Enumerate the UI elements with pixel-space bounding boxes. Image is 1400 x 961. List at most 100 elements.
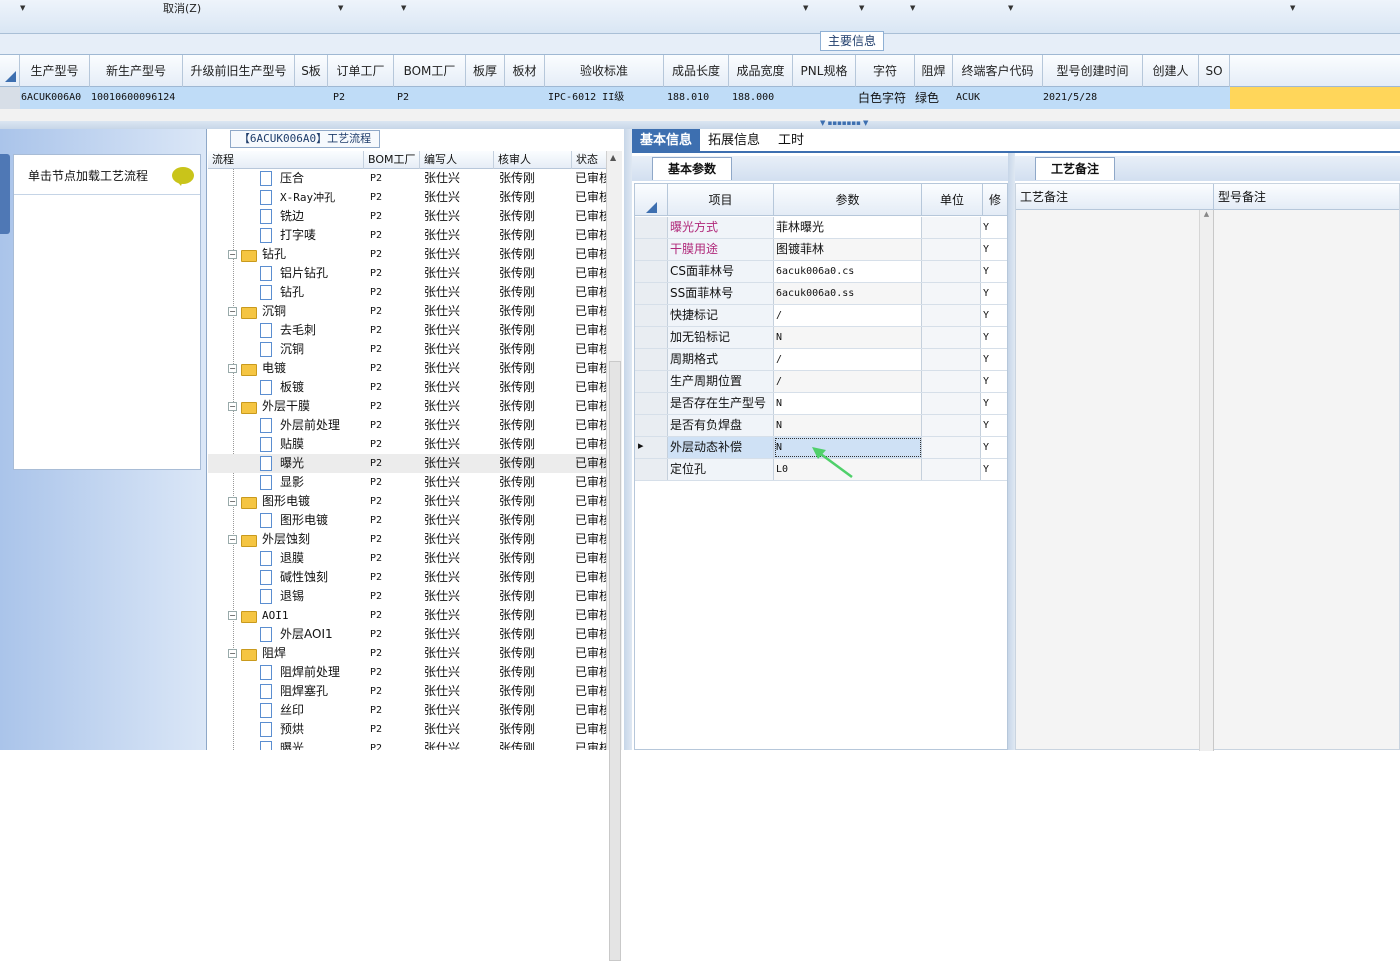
- param-value[interactable]: 图镀菲林: [774, 239, 922, 260]
- cell-solder-mask[interactable]: 绿色: [915, 87, 939, 109]
- vertical-splitter[interactable]: [624, 129, 632, 750]
- param-value[interactable]: /: [774, 349, 922, 370]
- tree-row[interactable]: 去毛刺 P2 张仕兴 张传刚 已审核: [208, 321, 606, 340]
- tree-node[interactable]: 图形电镀: [260, 511, 328, 530]
- cell-order-factory[interactable]: P2: [333, 87, 345, 109]
- tree-node[interactable]: 外层AOI1: [260, 625, 333, 644]
- col-header[interactable]: 终端客户代码: [953, 55, 1043, 88]
- notes-scrollbar[interactable]: ▲: [1199, 210, 1213, 751]
- horizontal-splitter[interactable]: ▼ ▪▪▪▪▪▪▪ ▼: [0, 119, 1400, 129]
- tree-node[interactable]: 钻孔: [260, 283, 304, 302]
- col-header[interactable]: 生产型号: [20, 55, 90, 88]
- tree-row[interactable]: 沉铜 P2 张仕兴 张传刚 已审核: [208, 340, 606, 359]
- tree-node[interactable]: 压合: [260, 169, 304, 188]
- col-bom[interactable]: BOM工厂: [364, 151, 420, 169]
- param-value[interactable]: /: [774, 305, 922, 326]
- cancel-menu[interactable]: 取消(Z): [163, 0, 201, 16]
- param-unit[interactable]: [922, 393, 981, 414]
- tree-node[interactable]: 阻焊塞孔: [260, 682, 328, 701]
- param-value[interactable]: /: [774, 371, 922, 392]
- col-extra[interactable]: 修: [983, 184, 1007, 216]
- cell-created[interactable]: 2021/5/28: [1043, 87, 1097, 109]
- tree-node[interactable]: 外层前处理: [260, 416, 340, 435]
- col-header[interactable]: 订单工厂: [328, 55, 394, 88]
- tree-row[interactable]: 贴膜 P2 张仕兴 张传刚 已审核: [208, 435, 606, 454]
- cell-new-model[interactable]: 10010600096124: [91, 87, 175, 109]
- tree-row[interactable]: 预烘 P2 张仕兴 张传刚 已审核: [208, 720, 606, 739]
- tree-row[interactable]: 退锡 P2 张仕兴 张传刚 已审核: [208, 587, 606, 606]
- cell-character[interactable]: 白色字符: [858, 87, 906, 109]
- product-grid-row[interactable]: 6ACUK006A0 10010600096124 P2 P2 IPC-6012…: [0, 87, 1400, 109]
- param-row[interactable]: 周期格式 / Y: [635, 349, 1007, 371]
- collapse-icon[interactable]: −: [228, 611, 237, 620]
- param-unit[interactable]: [922, 371, 981, 392]
- collapse-icon[interactable]: −: [228, 649, 237, 658]
- param-value[interactable]: 6acuk006a0.ss: [774, 283, 922, 304]
- param-row[interactable]: 加无铅标记 N Y: [635, 327, 1007, 349]
- tree-node[interactable]: 曝光: [260, 739, 304, 750]
- tree-row[interactable]: 丝印 P2 张仕兴 张传刚 已审核: [208, 701, 606, 720]
- param-unit[interactable]: [922, 239, 981, 260]
- param-value[interactable]: 菲林曝光: [774, 217, 922, 238]
- param-row[interactable]: 是否有负焊盘 N Y: [635, 415, 1007, 437]
- scrollbar-thumb[interactable]: [609, 361, 621, 961]
- col-header[interactable]: BOM工厂: [394, 55, 466, 88]
- tree-node[interactable]: 铝片钻孔: [260, 264, 328, 283]
- collapse-icon[interactable]: −: [228, 250, 237, 259]
- scroll-up-icon[interactable]: ▲: [1204, 210, 1209, 218]
- tree-node[interactable]: 板镀: [260, 378, 304, 397]
- dropdown-arrow-icon[interactable]: ▼: [910, 4, 915, 12]
- param-value[interactable]: 6acuk006a0.cs: [774, 261, 922, 282]
- tree-node[interactable]: X-Ray冲孔: [260, 188, 335, 207]
- param-value[interactable]: N: [774, 327, 922, 348]
- tree-node[interactable]: − AOI1: [228, 606, 289, 625]
- tree-node[interactable]: 碱性蚀刻: [260, 568, 328, 587]
- param-row[interactable]: 是否存在生产型号 N Y: [635, 393, 1007, 415]
- col-header[interactable]: 型号创建时间: [1043, 55, 1143, 88]
- tree-row[interactable]: 碱性蚀刻 P2 张仕兴 张传刚 已审核: [208, 568, 606, 587]
- dropdown-arrow-icon[interactable]: ▼: [1008, 4, 1013, 12]
- dropdown-arrow-icon[interactable]: ▼: [401, 4, 406, 12]
- col-header[interactable]: 验收标准: [545, 55, 664, 88]
- dropdown-arrow-icon[interactable]: ▼: [20, 4, 25, 12]
- tree-row[interactable]: 外层前处理 P2 张仕兴 张传刚 已审核: [208, 416, 606, 435]
- collapse-icon[interactable]: −: [228, 307, 237, 316]
- tree-node[interactable]: − 外层干膜: [228, 397, 310, 416]
- tree-row[interactable]: − 电镀 P2 张仕兴 张传刚 已审核: [208, 359, 606, 378]
- tree-node[interactable]: 曝光: [260, 454, 304, 473]
- tree-node[interactable]: 去毛刺: [260, 321, 316, 340]
- tree-node[interactable]: 预烘: [260, 720, 304, 739]
- collapse-icon[interactable]: −: [228, 402, 237, 411]
- tree-node[interactable]: − 外层蚀刻: [228, 530, 310, 549]
- tab-main-info[interactable]: 主要信息: [820, 31, 884, 51]
- tree-row[interactable]: 铣边 P2 张仕兴 张传刚 已审核: [208, 207, 606, 226]
- tree-row[interactable]: 阻焊塞孔 P2 张仕兴 张传刚 已审核: [208, 682, 606, 701]
- col-header[interactable]: 成品长度: [664, 55, 729, 88]
- dropdown-arrow-icon[interactable]: ▼: [803, 4, 808, 12]
- cell-length[interactable]: 188.010: [667, 87, 709, 109]
- col-header[interactable]: 升级前旧生产型号: [183, 55, 295, 88]
- param-row[interactable]: 快捷标记 / Y: [635, 305, 1007, 327]
- tree-scrollbar[interactable]: ▲: [606, 151, 622, 961]
- param-unit[interactable]: [922, 327, 981, 348]
- tree-row[interactable]: 曝光 P2 张仕兴 张传刚 已审核: [208, 739, 606, 750]
- tree-row[interactable]: 钻孔 P2 张仕兴 张传刚 已审核: [208, 283, 606, 302]
- splitter-arrow-icon[interactable]: ▼ ▪▪▪▪▪▪▪ ▼: [820, 119, 868, 127]
- tree-row[interactable]: − 外层干膜 P2 张仕兴 张传刚 已审核: [208, 397, 606, 416]
- param-row[interactable]: CS面菲林号 6acuk006a0.cs Y: [635, 261, 1007, 283]
- tree-row[interactable]: 阻焊前处理 P2 张仕兴 张传刚 已审核: [208, 663, 606, 682]
- tree-row[interactable]: 外层AOI1 P2 张仕兴 张传刚 已审核: [208, 625, 606, 644]
- param-unit[interactable]: [922, 283, 981, 304]
- col-header[interactable]: 新生产型号: [90, 55, 183, 88]
- collapse-icon[interactable]: −: [228, 497, 237, 506]
- tree-node[interactable]: 丝印: [260, 701, 304, 720]
- tree-row[interactable]: 铝片钻孔 P2 张仕兴 张传刚 已审核: [208, 264, 606, 283]
- col-process-note[interactable]: 工艺备注: [1016, 184, 1214, 210]
- col-item[interactable]: 项目: [668, 184, 774, 216]
- tree-row[interactable]: − 沉铜 P2 张仕兴 张传刚 已审核: [208, 302, 606, 321]
- tree-row[interactable]: − 阻焊 P2 张仕兴 张传刚 已审核: [208, 644, 606, 663]
- tree-row[interactable]: − AOI1 P2 张仕兴 张传刚 已审核: [208, 606, 606, 625]
- tab-process-notes[interactable]: 工艺备注: [1035, 157, 1115, 180]
- tree-node[interactable]: 退膜: [260, 549, 304, 568]
- cell-bom-factory[interactable]: P2: [397, 87, 409, 109]
